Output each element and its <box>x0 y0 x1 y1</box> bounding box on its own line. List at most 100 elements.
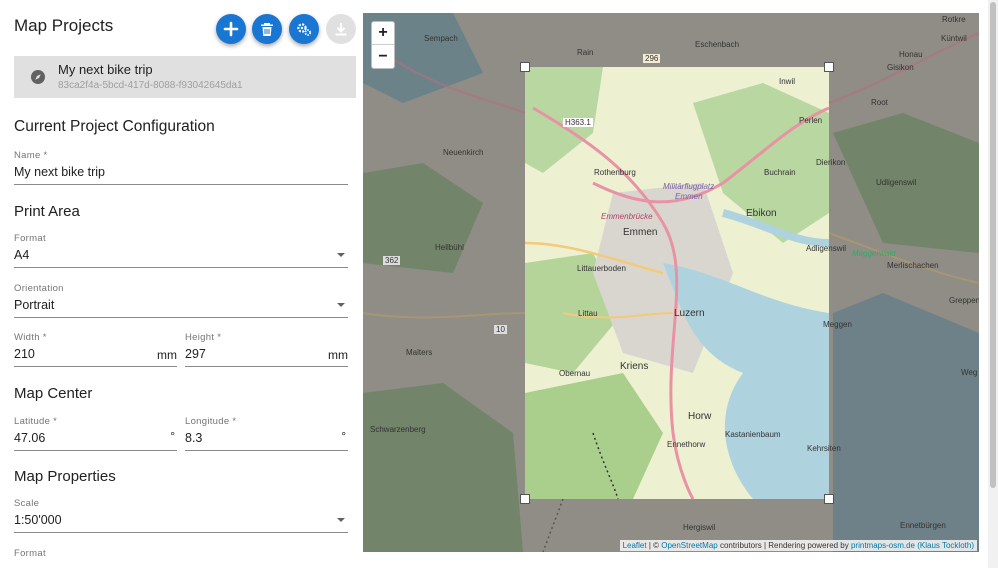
place-label: Littauerboden <box>577 264 626 273</box>
download-button[interactable] <box>326 14 356 44</box>
width-label: Width * <box>14 332 47 343</box>
map-properties-heading: Map Properties <box>14 468 116 485</box>
name-value: My next bike trip <box>14 165 106 179</box>
map-view[interactable]: Sempach Rain Eschenbach Rotkre Honau Gis… <box>363 13 979 552</box>
project-settings-button[interactable] <box>289 14 319 44</box>
leaflet-link[interactable]: Leaflet <box>623 541 647 550</box>
latitude-unit: ° <box>170 429 175 443</box>
road-label: 296 <box>643 54 661 63</box>
place-label: Militärflugplatz <box>663 182 715 191</box>
latitude-value: 47.06 <box>14 431 46 445</box>
place-label: Littau <box>578 309 598 318</box>
orientation-value: Portrait <box>14 298 55 312</box>
longitude-value: 8.3 <box>185 431 203 445</box>
place-label: Adligenswil <box>806 244 847 253</box>
printmaps-link[interactable]: printmaps-osm.de (Klaus Tockloth) <box>851 541 974 550</box>
road-label: 362 <box>383 256 401 265</box>
height-value: 297 <box>185 347 206 361</box>
resize-handle-bottom-left[interactable] <box>520 494 530 504</box>
scale-select[interactable]: Scale 1:50'000 <box>14 498 348 533</box>
place-label: Obernau <box>559 369 591 378</box>
place-label: Eschenbach <box>695 40 740 49</box>
zoom-in-button[interactable]: + <box>372 22 394 45</box>
place-label: Root <box>871 98 888 107</box>
place-label: Perlen <box>799 116 823 125</box>
place-label: Dierikon <box>816 158 846 167</box>
place-label: Ennethorw <box>667 440 706 449</box>
width-field[interactable]: Width * 210 mm <box>14 332 177 367</box>
place-label: Weg <box>961 368 978 377</box>
place-label: Gisikon <box>887 63 914 72</box>
place-label: Ebikon <box>746 208 777 219</box>
place-label: Rain <box>577 48 594 57</box>
place-label: Meggerwald <box>852 249 896 258</box>
place-label: Küntwil <box>941 34 967 43</box>
trash-icon <box>261 23 273 36</box>
gears-icon <box>297 23 312 36</box>
resize-handle-top-right[interactable] <box>824 62 834 72</box>
resize-handle-bottom-right[interactable] <box>824 494 834 504</box>
height-label: Height * <box>185 332 222 343</box>
chevron-down-icon <box>337 253 345 257</box>
scale-label: Scale <box>14 498 40 509</box>
scale-value: 1:50'000 <box>14 513 62 527</box>
scrollbar-thumb[interactable] <box>990 2 996 488</box>
place-label: Merlischachen <box>887 261 939 270</box>
plus-icon <box>223 21 239 37</box>
place-label: Luzern <box>674 308 705 319</box>
width-value: 210 <box>14 347 35 361</box>
place-label: Horw <box>688 411 712 422</box>
zoom-control: + − <box>371 21 395 69</box>
place-label: Emmen <box>675 192 703 201</box>
format-label: Format <box>14 233 46 244</box>
place-label: Malters <box>406 348 433 357</box>
place-label: Sempach <box>424 34 458 43</box>
resize-handle-top-left[interactable] <box>520 62 530 72</box>
place-label: Neuenkirch <box>443 148 484 157</box>
app: Map Projects My next bike trip 83ca2f4a-… <box>0 0 998 568</box>
map-format-label: Format <box>14 548 46 559</box>
place-label: Ennetbürgen <box>900 521 946 530</box>
place-label: Hergiswil <box>683 523 716 532</box>
config-heading: Current Project Configuration <box>14 118 215 135</box>
height-field[interactable]: Height * 297 mm <box>185 332 348 367</box>
place-label: Buchrain <box>764 168 796 177</box>
project-list-item[interactable]: My next bike trip 83ca2f4a-5bcd-417d-808… <box>14 56 356 98</box>
latitude-field[interactable]: Latitude * 47.06 ° <box>14 416 177 451</box>
chevron-down-icon <box>337 303 345 307</box>
delete-project-button[interactable] <box>252 14 282 44</box>
place-label: Meggen <box>823 320 852 329</box>
place-label: Kehrsiten <box>807 444 841 453</box>
longitude-unit: ° <box>341 429 346 443</box>
project-panel: Map Projects My next bike trip 83ca2f4a-… <box>0 0 363 568</box>
height-unit: mm <box>328 348 348 362</box>
attribution-text: | © <box>646 541 662 550</box>
format-select[interactable]: Format A4 <box>14 233 348 268</box>
place-label: Emmenbrücke <box>601 212 653 221</box>
format-value: A4 <box>14 248 30 262</box>
osm-link[interactable]: OpenStreetMap <box>661 541 717 550</box>
add-project-button[interactable] <box>216 14 246 44</box>
project-name: My next bike trip <box>58 62 153 77</box>
place-label: Kriens <box>620 361 649 372</box>
map-format-select[interactable]: Format <box>14 548 348 568</box>
page-scrollbar[interactable] <box>988 0 998 568</box>
orientation-label: Orientation <box>14 283 64 294</box>
name-field[interactable]: Name * My next bike trip <box>14 150 348 185</box>
longitude-label: Longitude * <box>185 416 237 427</box>
download-icon <box>335 23 347 36</box>
chevron-down-icon <box>337 518 345 522</box>
page-title: Map Projects <box>14 16 114 35</box>
name-label: Name * <box>14 150 48 161</box>
orientation-select[interactable]: Orientation Portrait <box>14 283 348 318</box>
place-labels: Sempach Rain Eschenbach Rotkre Honau Gis… <box>363 13 979 552</box>
place-label: Rothenburg <box>594 168 636 177</box>
map-attribution: Leaflet | © OpenStreetMap contributors |… <box>619 540 977 551</box>
latitude-label: Latitude * <box>14 416 58 427</box>
longitude-field[interactable]: Longitude * 8.3 ° <box>185 416 348 451</box>
road-label: H363.1 <box>563 118 593 127</box>
print-area-heading: Print Area <box>14 203 80 220</box>
zoom-out-button[interactable]: − <box>372 45 394 68</box>
place-label: Schwarzenberg <box>370 425 426 434</box>
place-label: Inwil <box>779 77 796 86</box>
